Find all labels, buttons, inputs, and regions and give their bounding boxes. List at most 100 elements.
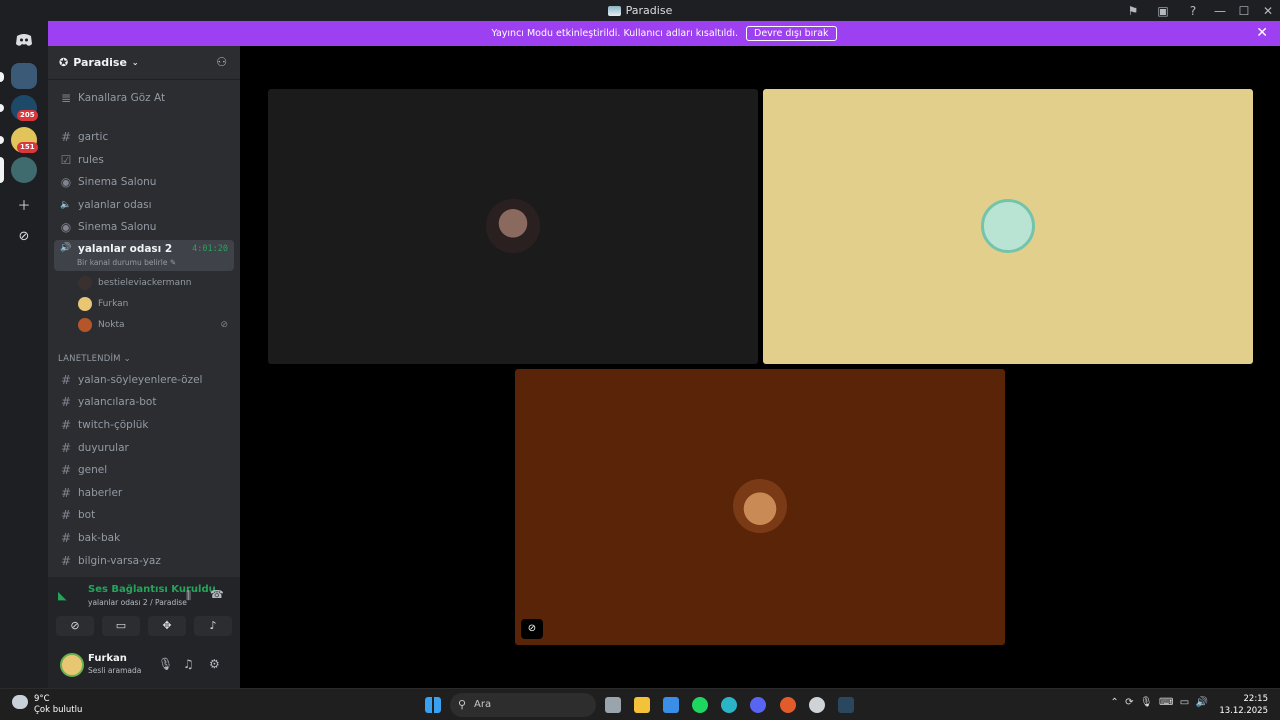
- system-tray[interactable]: ⌃ ⟳ 🎙 ⌨ ▭ 🔊: [1110, 697, 1208, 708]
- steam-icon[interactable]: [838, 697, 854, 713]
- channel-item[interactable]: # gartic: [54, 126, 234, 147]
- voice-panel: ◣ Ses Bağlantısı Kuruldu yalanlar odası …: [48, 577, 240, 688]
- file-explorer-icon[interactable]: [634, 697, 650, 713]
- channel-item[interactable]: # yalan-söyleyenlere-özel: [54, 369, 234, 390]
- category-header[interactable]: LANETLENDİM ⌄: [58, 354, 131, 364]
- title-bar: Paradise ⚑ ▣ ? — ☐ ✕: [0, 0, 1280, 21]
- text-channel-icon: #: [60, 462, 72, 477]
- invite-people-icon[interactable]: ⚇: [216, 55, 227, 69]
- channel-name: rules: [78, 153, 104, 166]
- activities-button[interactable]: ✥: [148, 616, 186, 636]
- window-title: Paradise: [607, 4, 672, 17]
- spotify-icon[interactable]: [692, 697, 708, 713]
- text-channel-icon: #: [60, 530, 72, 545]
- channel-status-prompt[interactable]: Bir kanal durumu belirle ✎: [77, 258, 176, 267]
- disable-streamer-mode-button[interactable]: Devre dışı bırak: [746, 26, 837, 41]
- camera-off-button[interactable]: ⊘: [56, 616, 94, 636]
- channel-item[interactable]: # haberler: [54, 482, 234, 503]
- category-name: LANETLENDİM: [58, 354, 121, 364]
- voice-status[interactable]: Ses Bağlantısı Kuruldu: [88, 584, 216, 595]
- clock[interactable]: 22:15 13.12.2025: [1219, 693, 1268, 717]
- server-header[interactable]: ✪ Paradise ⌄ ⚇: [48, 46, 240, 80]
- server-rail: 205 151 ＋ ⊘: [0, 21, 48, 688]
- rules-channel-icon: ☑: [60, 152, 72, 167]
- channel-name: genel: [78, 463, 108, 476]
- channel-item[interactable]: ◉ Sinema Salonu: [54, 171, 234, 192]
- maximize-button[interactable]: ☐: [1232, 4, 1256, 18]
- start-icon[interactable]: [425, 697, 441, 713]
- server-paradise-icon[interactable]: [0, 63, 37, 89]
- channel-item[interactable]: ◉ Sinema Salonu: [54, 216, 234, 237]
- participant-avatar: [486, 199, 540, 253]
- mic-muted-icon: ⊘: [521, 619, 543, 639]
- discord-taskbar-icon[interactable]: [750, 697, 766, 713]
- channel-item[interactable]: 🔈 yalanlar odası: [54, 194, 234, 215]
- add-server-icon[interactable]: ＋: [11, 191, 37, 217]
- text-channel-icon: #: [60, 485, 72, 500]
- inbox-icon[interactable]: ▣: [1148, 4, 1178, 18]
- channel-item[interactable]: # twitch-çöplük: [54, 414, 234, 435]
- minimize-button[interactable]: —: [1208, 4, 1232, 18]
- clock-date: 13.12.2025: [1219, 706, 1268, 716]
- inbox-flag-icon[interactable]: ⚑: [1118, 4, 1148, 18]
- close-window-button[interactable]: ✕: [1256, 4, 1280, 18]
- unread-badge-2: 151: [17, 142, 38, 153]
- voice-user[interactable]: Furkan: [78, 294, 234, 314]
- channel-item[interactable]: # bot: [54, 504, 234, 525]
- voice-user[interactable]: bestieleviackermann: [78, 273, 234, 293]
- disconnect-icon[interactable]: ☎: [210, 588, 224, 601]
- server-icon-2[interactable]: 205: [0, 95, 38, 121]
- taskbar: 9°C Çok bulutlu ⚲ Ara ⌃ ⟳ 🎙 ⌨ ▭ 🔊 22:15 …: [0, 688, 1280, 720]
- server-icon-3[interactable]: 151: [0, 127, 38, 153]
- server-app-icon: [607, 5, 621, 16]
- soundboard-button[interactable]: ♪: [194, 616, 232, 636]
- discord-home-icon[interactable]: [11, 27, 37, 53]
- gear-icon[interactable]: ⚙: [209, 657, 220, 671]
- weather-condition: Çok bulutlu: [34, 705, 83, 715]
- voice-location[interactable]: yalanlar odası 2 / Paradise: [88, 598, 187, 607]
- headphones-icon[interactable]: ♫: [183, 657, 194, 671]
- active-channel-name: yalanlar odası 2: [78, 243, 173, 255]
- banner-close-icon[interactable]: ✕: [1256, 25, 1268, 41]
- server-icon-4[interactable]: [0, 157, 37, 183]
- video-tile-3[interactable]: ⊘: [515, 369, 1005, 645]
- channel-item[interactable]: ☑ rules: [54, 149, 234, 170]
- chevron-down-icon: ⌄: [131, 58, 139, 67]
- text-channel-icon: #: [60, 129, 72, 144]
- video-tile-1[interactable]: [268, 89, 758, 364]
- avatar[interactable]: [60, 653, 84, 677]
- screen-share-button[interactable]: ▭: [102, 616, 140, 636]
- mic-muted-icon: ⊘: [220, 320, 228, 330]
- channel-item[interactable]: # duyurular: [54, 437, 234, 458]
- help-icon[interactable]: ?: [1178, 4, 1208, 18]
- search-box[interactable]: ⚲ Ara: [450, 693, 596, 717]
- pencil-icon: ✎: [169, 258, 177, 267]
- app-icon[interactable]: [809, 697, 825, 713]
- clock-time: 22:15: [1243, 694, 1269, 704]
- channel-name: bak-bak: [78, 531, 121, 544]
- edge-icon[interactable]: [721, 697, 737, 713]
- weather-temp: 9°C: [34, 694, 50, 704]
- noise-suppression-icon[interactable]: ⫼: [186, 589, 191, 603]
- browser-icon[interactable]: [780, 697, 796, 713]
- store-icon[interactable]: [663, 697, 679, 713]
- video-tile-2[interactable]: [763, 89, 1253, 364]
- channel-name: yalancılara-bot: [78, 395, 157, 408]
- voice-channel-icon: 🔈: [60, 199, 72, 210]
- browse-channels[interactable]: ≣ Kanallara Göz At: [54, 87, 234, 108]
- task-view-icon[interactable]: [605, 697, 621, 713]
- channel-item[interactable]: # bilgin-varsa-yaz: [54, 550, 234, 571]
- user-name[interactable]: Furkan: [88, 653, 127, 664]
- signal-icon[interactable]: ◣: [58, 589, 66, 602]
- volume-icon: 🔊: [1195, 697, 1208, 708]
- mic-icon[interactable]: 🎙: [158, 657, 173, 671]
- explore-servers-icon[interactable]: ⊘: [11, 223, 37, 249]
- search-icon: ⚲: [458, 698, 467, 711]
- channel-item[interactable]: # bak-bak: [54, 527, 234, 548]
- voice-user[interactable]: Nokta ⊘: [78, 315, 234, 335]
- channel-name: Sinema Salonu: [78, 220, 157, 233]
- active-voice-channel[interactable]: 🔊 yalanlar odası 2 4:01:20 Bir kanal dur…: [54, 240, 234, 271]
- channel-item[interactable]: # yalancılara-bot: [54, 391, 234, 412]
- channel-item[interactable]: # genel: [54, 459, 234, 480]
- chevron-down-icon: ⌄: [123, 354, 131, 364]
